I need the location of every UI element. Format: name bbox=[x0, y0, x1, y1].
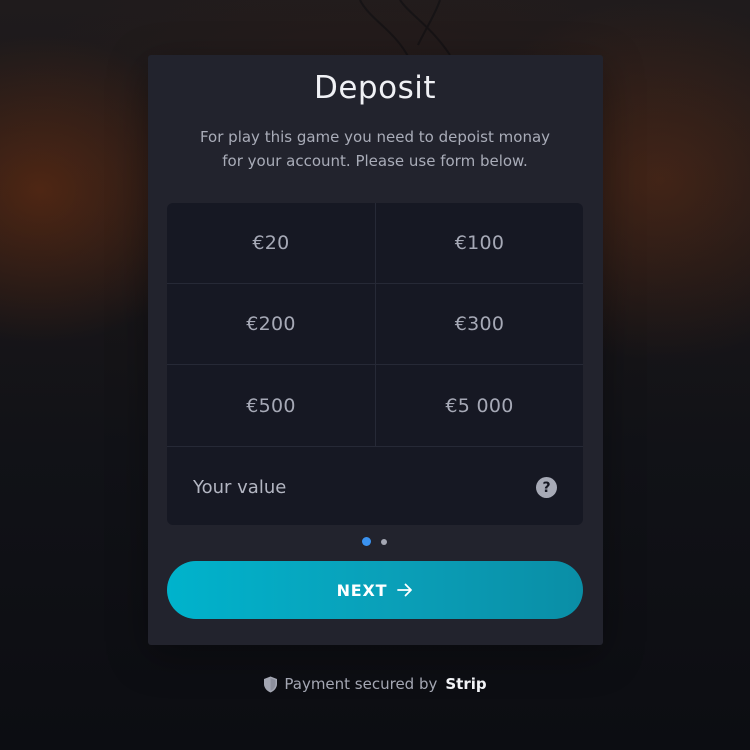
next-button[interactable]: NEXT bbox=[167, 561, 583, 619]
dialog-description: For play this game you need to depoist m… bbox=[199, 128, 551, 170]
amount-option-500[interactable]: €500 bbox=[167, 365, 375, 446]
page-dot-active[interactable] bbox=[362, 537, 371, 546]
pagination-dots bbox=[362, 537, 387, 546]
amount-option-200[interactable]: €200 bbox=[167, 284, 375, 364]
amount-option-5000[interactable]: €5 000 bbox=[376, 365, 583, 446]
question-circle-icon[interactable]: ? bbox=[536, 477, 557, 498]
footer-brand[interactable]: Strip bbox=[445, 675, 486, 693]
dialog-title: Deposit bbox=[313, 70, 436, 106]
custom-amount-input[interactable] bbox=[193, 475, 523, 499]
amount-grid: €20 €100 €200 €300 €500 €5 000 ? bbox=[167, 203, 583, 525]
shield-icon bbox=[264, 676, 278, 692]
tree-branch-decoration bbox=[359, 0, 451, 60]
amount-option-20[interactable]: €20 bbox=[167, 203, 375, 283]
amount-option-300[interactable]: €300 bbox=[376, 284, 583, 364]
page-dot[interactable] bbox=[381, 538, 387, 545]
amount-option-100[interactable]: €100 bbox=[376, 203, 583, 283]
arrow-right-icon bbox=[397, 583, 413, 597]
custom-amount-field: ? bbox=[167, 447, 583, 525]
payment-footer: Payment secured by Strip bbox=[0, 674, 750, 694]
footer-text: Payment secured by bbox=[284, 675, 438, 693]
next-button-label: NEXT bbox=[336, 580, 388, 600]
